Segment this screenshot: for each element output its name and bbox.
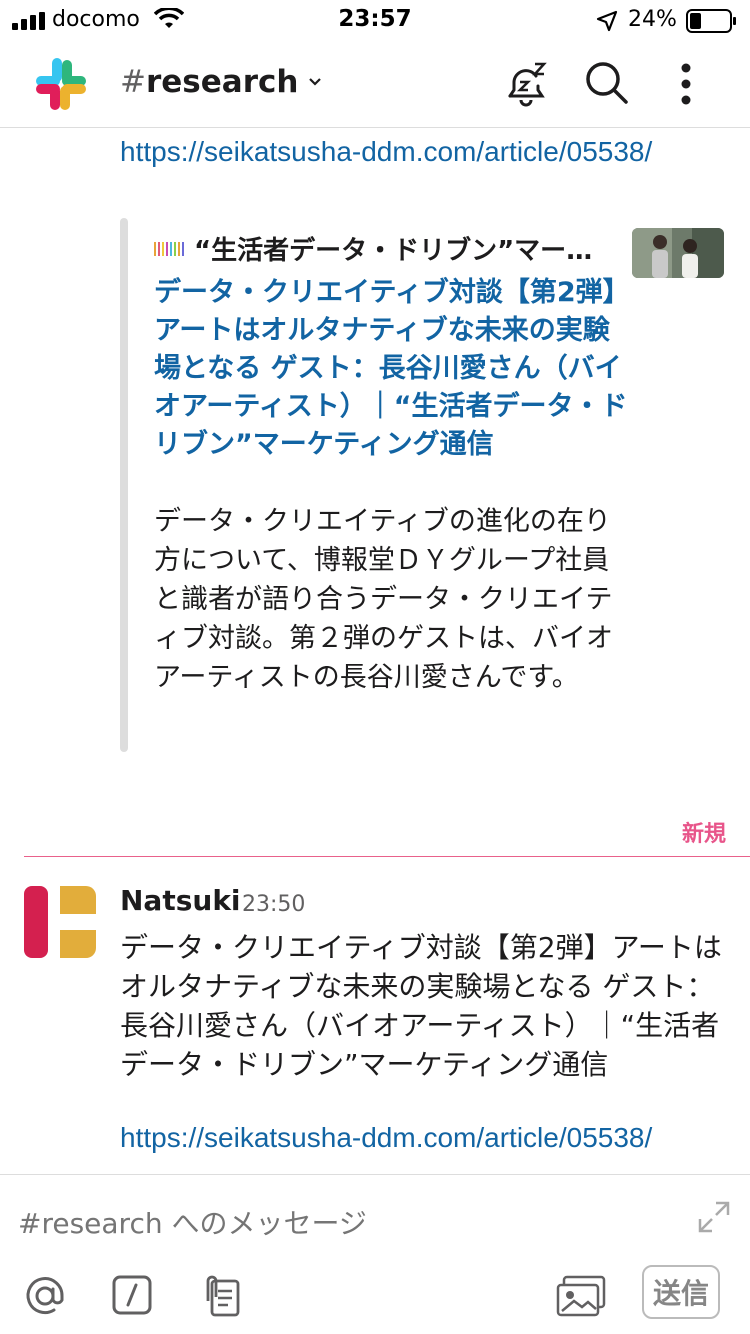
preview-site-name: “生活者データ・ドリブン”マーケティング通信 (194, 236, 604, 266)
photo-icon[interactable] (556, 1275, 606, 1317)
channel-header: # research (0, 42, 750, 128)
new-messages-divider (24, 856, 750, 857)
new-messages-label: 新規 (681, 822, 726, 847)
expand-icon[interactable] (696, 1199, 732, 1235)
message-list[interactable]: https://seikatsusha-ddm.com/article/0553… (0, 128, 750, 1174)
mention-icon[interactable] (24, 1275, 66, 1317)
slack-logo-icon[interactable] (32, 56, 88, 112)
chevron-down-icon (309, 78, 322, 86)
avatar[interactable] (24, 886, 96, 958)
preview-bar (120, 218, 128, 752)
notification-snooze-icon[interactable] (502, 60, 552, 110)
message-timestamp: 23:50 (242, 892, 306, 917)
slash-command-icon[interactable] (112, 1275, 152, 1315)
battery-icon (686, 9, 736, 33)
channel-title[interactable]: # research (120, 64, 322, 100)
send-button[interactable]: 送信 (642, 1265, 720, 1319)
preview-description: データ・クリエイティブの進化の在り方について、博報堂ＤＹグループ社員と識者が語り… (154, 506, 613, 693)
search-icon[interactable] (584, 60, 630, 106)
status-bar: docomo 23:57 24% (0, 0, 750, 42)
message-link[interactable]: https://seikatsusha-ddm.com/article/0553… (120, 134, 660, 170)
site-favicon-icon (154, 241, 184, 256)
battery-percentage: 24% (628, 7, 677, 32)
message-link[interactable]: https://seikatsusha-ddm.com/article/0553… (120, 1120, 660, 1156)
message-composer: 送信 (0, 1174, 750, 1334)
channel-hash: # (120, 64, 146, 100)
message-author[interactable]: Natsuki (120, 884, 241, 917)
message-text: データ・クリエイティブ対談【第2弾】アートはオルタナティブな未来の実験場となる … (120, 931, 722, 1081)
message-input[interactable] (18, 1207, 618, 1240)
preview-title-link[interactable]: データ・クリエイティブ対談【第2弾】アートはオルタナティブな未来の実験場となる … (154, 274, 634, 464)
location-arrow-icon (596, 10, 618, 32)
link-preview: “生活者データ・ドリブン”マーケティング通信 データ・クリエイティブ対談【第2弾… (120, 218, 730, 752)
channel-name: research (145, 64, 299, 100)
preview-site-row: “生活者データ・ドリブン”マーケティング通信 (154, 230, 604, 267)
preview-thumbnail[interactable] (632, 228, 724, 278)
more-options-icon[interactable] (668, 60, 704, 106)
attach-file-icon[interactable] (200, 1275, 240, 1317)
